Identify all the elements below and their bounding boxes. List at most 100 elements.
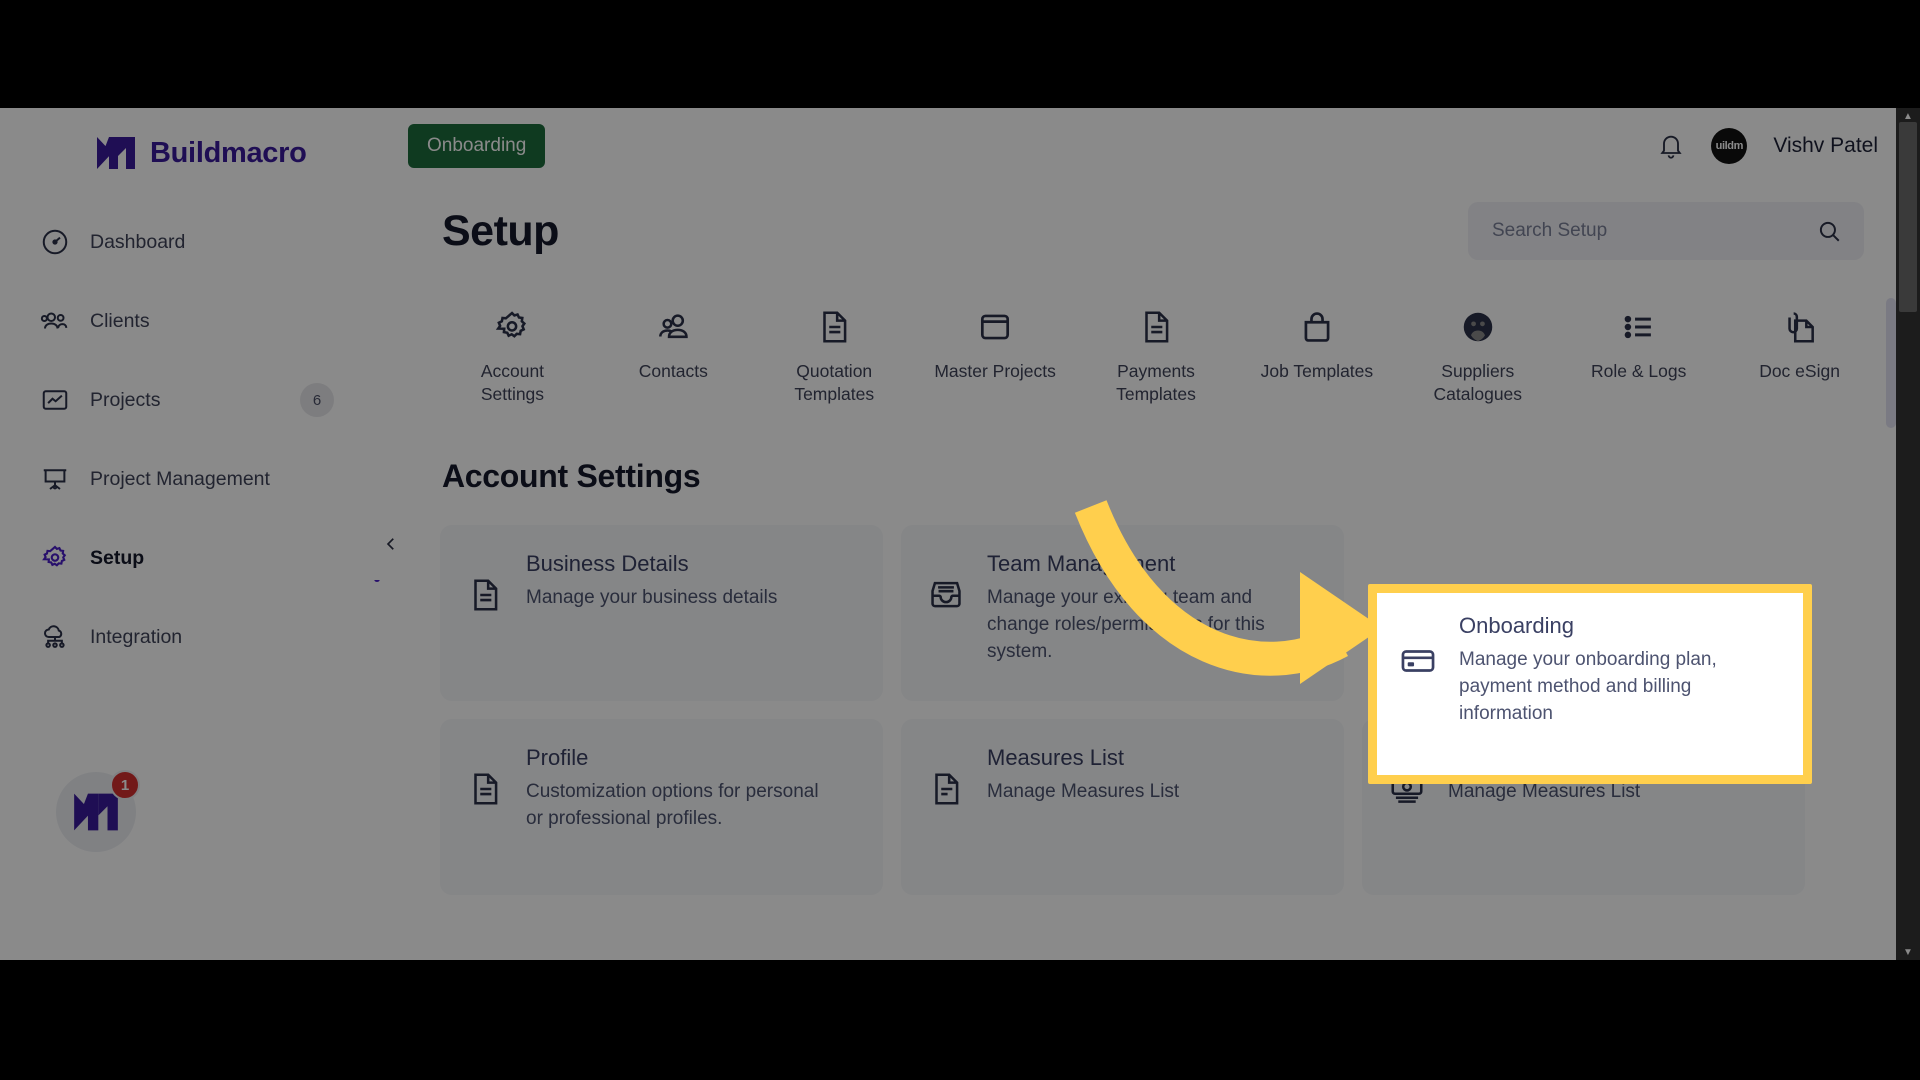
document-lines-icon xyxy=(823,311,847,343)
onboarding-status-chip[interactable]: Onboarding xyxy=(408,124,546,168)
card-description: Manage Measures List xyxy=(987,781,1180,803)
search-box[interactable] xyxy=(1468,202,1864,260)
window-scrollbar[interactable]: ▲ ▼ xyxy=(1896,108,1920,960)
sidebar-label: Clients xyxy=(90,309,150,332)
scroll-down-arrow[interactable]: ▼ xyxy=(1896,944,1920,960)
sidebar-bottom-logo[interactable]: 1 xyxy=(56,770,140,852)
category-label: Quotation Templates xyxy=(794,361,875,405)
bag-icon xyxy=(1304,312,1330,342)
category-label: Contacts xyxy=(638,361,708,381)
section-heading: Account Settings xyxy=(442,458,701,495)
sidebar-item-setup[interactable]: Setup xyxy=(0,530,380,586)
gear-icon xyxy=(42,545,67,567)
search-input[interactable] xyxy=(1492,220,1816,242)
highlighted-card-onboarding[interactable]: Onboarding Manage your onboarding plan, … xyxy=(1368,584,1812,784)
card-text: Profile Customization options for person… xyxy=(526,745,826,833)
chevron-left-icon xyxy=(386,538,394,550)
category-label: Role & Logs xyxy=(1591,361,1687,381)
sidebar: Buildmacro Dashboard Clients Projects 6 … xyxy=(0,108,380,960)
category-contacts[interactable]: Contacts xyxy=(593,308,754,383)
card-title: Measures List xyxy=(987,745,1124,771)
projects-count-badge: 6 xyxy=(300,383,334,417)
card-profile[interactable]: Profile Customization options for person… xyxy=(440,719,883,896)
window-scrollbar-thumb[interactable] xyxy=(1899,122,1917,312)
brand-name: Buildmacro xyxy=(150,136,307,169)
card-measures-list[interactable]: Measures List Manage Measures List xyxy=(901,719,1344,896)
sidebar-label: Dashboard xyxy=(90,230,186,253)
card-business-details[interactable]: Business Details Manage your business de… xyxy=(440,525,883,702)
card-description: Manage your business details xyxy=(526,587,778,609)
sidebar-label: Setup xyxy=(90,546,145,569)
card-description: Manage your onboarding plan, payment met… xyxy=(1459,649,1717,724)
document-lines-icon xyxy=(474,579,498,611)
sidebar-item-project-management[interactable]: Project Management xyxy=(0,451,380,507)
category-suppliers-catalogues[interactable]: Suppliers Catalogues xyxy=(1397,308,1558,406)
sidebar-item-clients[interactable]: Clients xyxy=(0,293,380,349)
brand-logo[interactable]: Buildmacro xyxy=(0,108,380,170)
card-onboarding[interactable]: Onboarding Manage your onboarding plan, … xyxy=(1377,593,1803,775)
category-label: Account Settings xyxy=(480,361,545,405)
category-label: Suppliers Catalogues xyxy=(1433,361,1523,405)
suppliers-speech-icon xyxy=(1463,312,1493,342)
category-job-templates[interactable]: Job Templates xyxy=(1236,308,1397,383)
content-scrollbar[interactable] xyxy=(1886,298,1896,960)
avatar-text: uildm xyxy=(1715,140,1744,152)
page-title: Setup xyxy=(442,206,559,255)
sidebar-item-integration[interactable]: Integration xyxy=(0,609,380,665)
category-doc-esign[interactable]: Doc eSign xyxy=(1719,308,1880,383)
category-label: Job Templates xyxy=(1260,361,1374,381)
category-label: Master Projects xyxy=(934,361,1056,381)
buildmacro-logo-icon xyxy=(74,793,118,831)
cloud-network-icon xyxy=(44,625,65,648)
main-content: Onboarding uildm Vishv Patel Setup Searc… xyxy=(380,108,1920,960)
category-role-and-logs[interactable]: Role & Logs xyxy=(1558,308,1719,383)
category-quotation-templates[interactable]: Quotation Templates xyxy=(754,308,915,406)
sidebar-label: Integration xyxy=(90,625,183,648)
category-label: Doc eSign xyxy=(1759,361,1840,381)
document-clip-icon xyxy=(1787,312,1814,343)
top-bar: Onboarding uildm Vishv Patel xyxy=(380,108,1920,184)
sidebar-label: Projects xyxy=(90,388,161,411)
username-label: Vishv Patel xyxy=(1773,134,1878,157)
gear-icon xyxy=(496,311,527,338)
document-lines-icon xyxy=(935,773,959,805)
sidebar-item-projects[interactable]: Projects 6 xyxy=(0,372,380,428)
presentation-board-icon xyxy=(43,469,67,490)
card-title: Business Details xyxy=(526,551,689,577)
notification-count-badge: 1 xyxy=(110,770,140,800)
speedometer-icon xyxy=(42,229,68,255)
people-group-icon xyxy=(40,312,68,329)
sidebar-item-dashboard[interactable]: Dashboard xyxy=(0,214,380,270)
setup-page: Setup Account Settings xyxy=(380,184,1920,896)
card-title: Profile xyxy=(526,745,589,771)
window-panel-icon xyxy=(981,314,1010,340)
sidebar-label: Project Management xyxy=(90,467,270,490)
scrollbar-thumb[interactable] xyxy=(1886,298,1896,428)
sidebar-collapse-button[interactable] xyxy=(374,508,408,580)
screen: Buildmacro Dashboard Clients Projects 6 … xyxy=(0,0,1920,1080)
card-team-management[interactable]: Team Management Manage your existing tea… xyxy=(901,525,1344,702)
category-account-settings[interactable]: Account Settings xyxy=(432,308,593,406)
credit-card-icon xyxy=(1401,650,1435,672)
list-bullets-icon xyxy=(1624,315,1651,339)
category-strip: Account Settings Contacts Quotation Temp… xyxy=(380,260,1920,406)
card-title: Onboarding xyxy=(1459,613,1574,638)
card-description: Customization options for personal or pr… xyxy=(526,781,819,830)
card-text: Business Details Manage your business de… xyxy=(526,551,777,612)
document-lines-icon xyxy=(474,773,498,805)
card-description: Manage your existing team and change rol… xyxy=(987,587,1265,663)
category-payments-templates[interactable]: Payments Templates xyxy=(1076,308,1237,406)
card-text: Measures List Manage Measures List xyxy=(987,745,1179,806)
card-title: Team Management xyxy=(987,551,1176,577)
document-lines-icon xyxy=(1145,311,1169,343)
card-text: Team Management Manage your existing tea… xyxy=(987,551,1287,666)
card-text: Onboarding Manage your onboarding plan, … xyxy=(1459,613,1759,728)
category-label: Payments Templates xyxy=(1116,361,1196,405)
search-icon[interactable] xyxy=(1816,218,1842,244)
sidebar-nav: Dashboard Clients Projects 6 Project Man… xyxy=(0,214,380,665)
avatar[interactable]: uildm xyxy=(1711,128,1748,164)
top-bar-right: uildm Vishv Patel xyxy=(1657,128,1878,164)
bell-icon[interactable] xyxy=(1657,131,1685,161)
contacts-people-icon xyxy=(659,314,689,339)
category-master-projects[interactable]: Master Projects xyxy=(915,308,1076,383)
